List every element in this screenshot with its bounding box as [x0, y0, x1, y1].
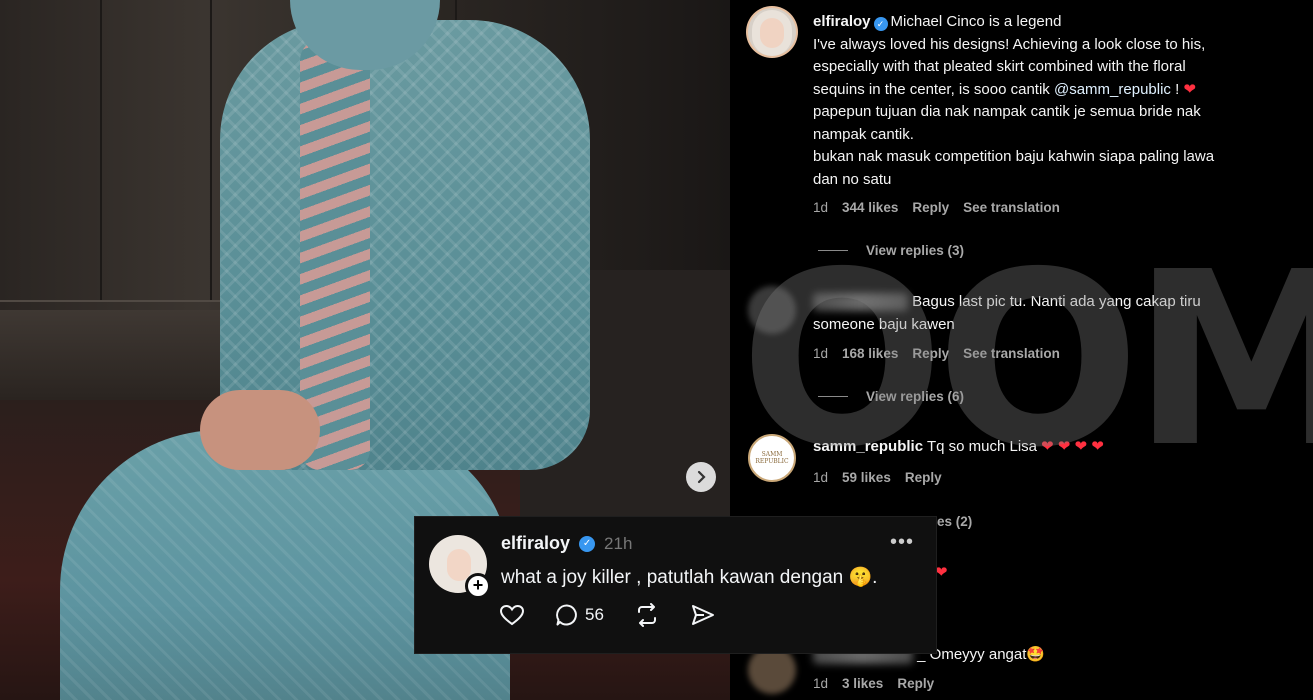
comment-username[interactable]: samm_republic: [813, 438, 923, 455]
thread-text-end: .: [872, 567, 878, 588]
reply-button[interactable]: Reply: [897, 676, 934, 691]
comment-meta: 1d 344 likes Reply See translation: [813, 200, 1060, 215]
heart-emoji: ❤ ❤ ❤ ❤: [1041, 438, 1104, 455]
see-translation-link[interactable]: See translation: [963, 346, 1060, 361]
reply-button[interactable]: Reply: [905, 470, 942, 485]
blurred-username: [813, 293, 908, 312]
comment-text-line: someone baju kawen: [813, 315, 955, 333]
comment-text-line: papepun tujuan dia nak nampak cantik je …: [813, 103, 1201, 120]
share-button[interactable]: [690, 603, 716, 627]
chevron-right-icon: [697, 470, 706, 484]
thread-actions: 56: [499, 603, 716, 627]
photo-panel-line: [210, 0, 212, 300]
replies-divider: [818, 396, 848, 397]
comment-text: Tq so much Lisa: [926, 438, 1037, 455]
likes-count[interactable]: 59 likes: [842, 470, 891, 485]
comment-body: samm_republic Tq so much Lisa ❤ ❤ ❤ ❤: [813, 436, 1293, 459]
comment-text-line: dan no satu: [813, 170, 892, 188]
comment-meta: 1d 3 likes Reply: [813, 676, 934, 691]
avatar[interactable]: SAMM REPUBLIC: [748, 434, 796, 482]
heart-icon: [499, 604, 525, 626]
thread-text: what a joy killer , patutlah kawan denga…: [501, 565, 877, 589]
thread-text-body: what a joy killer , patutlah kawan denga…: [501, 567, 844, 588]
comment-text: !: [1170, 80, 1184, 98]
view-replies-label: View replies (3): [866, 243, 965, 258]
comment-text-line: especially with that pleated skirt combi…: [813, 58, 1186, 75]
heart-emoji: ❤: [1183, 80, 1197, 98]
thread-username[interactable]: elfiraloy: [501, 533, 570, 554]
view-replies-button[interactable]: View replies (3): [818, 243, 964, 258]
follow-plus-button[interactable]: +: [465, 573, 491, 599]
like-button[interactable]: [499, 603, 525, 627]
comment-meta: 1d 168 likes Reply See translation: [813, 346, 1060, 361]
star-struck-emoji: 🤩: [1026, 645, 1046, 663]
replies-divider: [818, 250, 848, 251]
comment-text: Bagus last pic tu. Nanti ada yang cakap …: [912, 293, 1201, 310]
view-replies-label: View replies (6): [866, 389, 965, 404]
brand-logo-text: SAMM REPUBLIC: [755, 451, 789, 465]
view-replies-button[interactable]: View replies (6): [818, 389, 964, 404]
likes-count[interactable]: 344 likes: [842, 200, 898, 215]
reply-button[interactable]: Reply: [912, 346, 949, 361]
comment-text-line: sequins in the center, is sooo cantik: [813, 80, 1050, 98]
photo-panel-line: [100, 0, 102, 300]
see-translation-link[interactable]: See translation: [963, 200, 1060, 215]
comment-age: 1d: [813, 200, 829, 215]
comment-body: elfiraloy ✓ Michael Cinco is a legend I've…: [813, 11, 1293, 191]
comment-text-line: bukan nak masuk competition baju kahwin …: [813, 148, 1215, 165]
repost-button[interactable]: [634, 603, 660, 627]
avatar[interactable]: [748, 8, 796, 56]
verified-badge-icon: ✓: [579, 535, 596, 552]
photo-hands: [200, 390, 320, 470]
thread-time: 21h: [604, 533, 633, 553]
reply-count: 56: [585, 605, 604, 624]
next-photo-button[interactable]: [686, 462, 716, 492]
speech-bubble-icon: [556, 604, 577, 626]
comment-text-line: nampak cantik.: [813, 125, 914, 143]
comment-meta: 1d 59 likes Reply: [813, 470, 942, 485]
thread-header: elfiraloy ✓ 21h: [501, 533, 632, 554]
repost-icon: [637, 603, 656, 627]
likes-count[interactable]: 3 likes: [842, 676, 883, 691]
comment-age: 1d: [813, 470, 829, 485]
comment-text: Michael Cinco is a legend: [890, 13, 1062, 30]
shushing-emoji: 🤫: [848, 566, 873, 588]
reply-button[interactable]: Reply: [912, 200, 949, 215]
avatar[interactable]: [748, 286, 796, 334]
view-replies-button[interactable]: es (2): [937, 514, 972, 529]
view-replies-label: es (2): [937, 514, 973, 529]
threads-post-card: + elfiraloy ✓ 21h ••• what a joy killer …: [414, 516, 937, 654]
likes-count[interactable]: 168 likes: [842, 346, 898, 361]
more-options-button[interactable]: •••: [890, 531, 914, 554]
verified-badge-icon: ✓: [873, 17, 888, 31]
avatar-face: [760, 18, 784, 48]
avatar-face: [447, 549, 471, 581]
comment-username[interactable]: elfiraloy: [813, 13, 871, 30]
comment-body: Bagus last pic tu. Nanti ada yang cakap …: [813, 291, 1293, 336]
send-icon: [691, 605, 714, 625]
comment-age: 1d: [813, 346, 829, 361]
mention-link[interactable]: @samm_republic: [1054, 81, 1171, 98]
comment-age: 1d: [813, 676, 829, 691]
comment-text-line: I've always loved his designs! Achieving…: [813, 35, 1206, 53]
comment-button[interactable]: 56: [555, 603, 604, 627]
